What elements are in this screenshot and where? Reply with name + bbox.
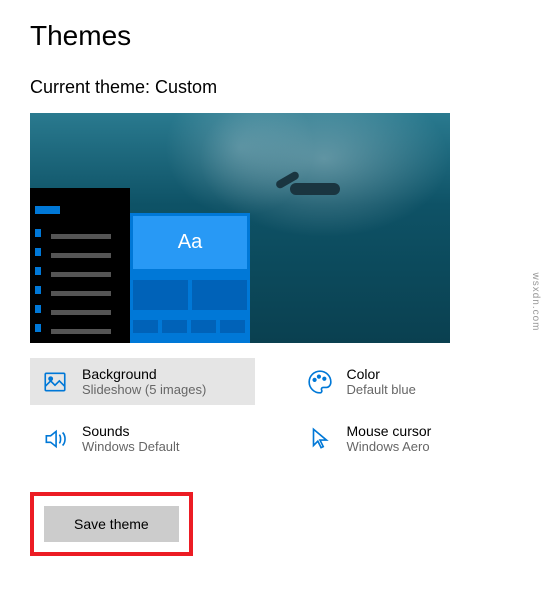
watermark: wsxdn.com xyxy=(530,272,541,331)
cursor-title: Mouse cursor xyxy=(347,423,432,439)
cursor-icon xyxy=(305,424,335,454)
speaker-icon xyxy=(40,424,70,454)
save-theme-button[interactable]: Save theme xyxy=(44,506,179,542)
wallpaper-swimmer xyxy=(270,168,360,208)
sounds-option[interactable]: Sounds Windows Default xyxy=(30,415,255,462)
palette-icon xyxy=(305,367,335,397)
current-theme-label: Current theme: Custom xyxy=(30,77,519,98)
sample-text-tile: Aa xyxy=(132,215,248,270)
save-theme-highlight-annotation: Save theme xyxy=(30,492,193,556)
sounds-title: Sounds xyxy=(82,423,180,439)
theme-preview: Aa xyxy=(30,113,450,343)
color-subtitle: Default blue xyxy=(347,382,416,397)
background-subtitle: Slideshow (5 images) xyxy=(82,382,206,397)
start-menu-preview: Aa xyxy=(130,213,250,343)
color-title: Color xyxy=(347,366,416,382)
cursor-option[interactable]: Mouse cursor Windows Aero xyxy=(295,415,520,462)
cursor-subtitle: Windows Aero xyxy=(347,439,432,454)
taskbar-preview xyxy=(30,188,130,343)
sounds-subtitle: Windows Default xyxy=(82,439,180,454)
page-title: Themes xyxy=(30,20,519,52)
color-option[interactable]: Color Default blue xyxy=(295,358,520,405)
background-title: Background xyxy=(82,366,206,382)
picture-icon xyxy=(40,367,70,397)
theme-options-grid: Background Slideshow (5 images) Color De… xyxy=(30,358,519,462)
background-option[interactable]: Background Slideshow (5 images) xyxy=(30,358,255,405)
